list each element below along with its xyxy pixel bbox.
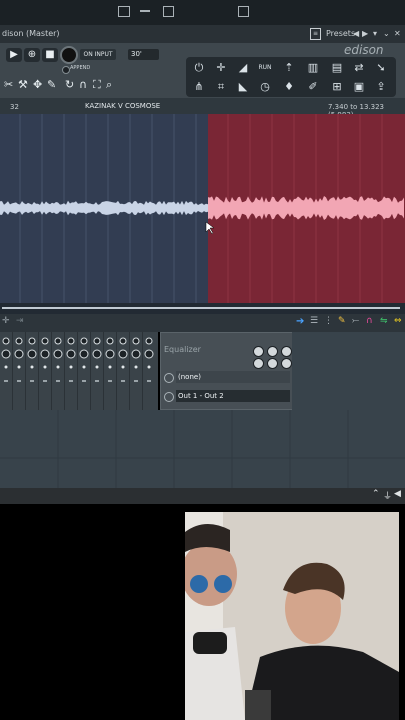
secondary-toolbar: ✛ ⇥ ➔ ☰ ⋮ ✎ ⤚ ∩ ⇋ ⇔	[0, 314, 405, 332]
title-bar: dison (Master) ≡ Presets ◀ ▶ ▾ ⌄ ✕	[0, 25, 405, 43]
record-button[interactable]	[60, 46, 78, 64]
playlist-grid-lines	[0, 410, 405, 490]
move-icon[interactable]: ✛	[2, 316, 10, 326]
cursor-icon[interactable]: ➘	[370, 59, 392, 76]
rocket-icon[interactable]: ⇡	[278, 59, 300, 76]
usb-icon[interactable]: ⏚	[383, 489, 392, 502]
tray-up-icon[interactable]: ⌃	[372, 489, 380, 499]
eq-knob-high[interactable]	[281, 346, 292, 357]
arrow-right-icon[interactable]: ➔	[296, 316, 304, 327]
export-icon[interactable]: ⇪	[370, 78, 392, 95]
eq-knob-mid[interactable]	[267, 346, 278, 357]
brush-icon[interactable]: ✎	[338, 316, 346, 326]
mixer-knobs[interactable]	[0, 332, 158, 410]
pen-icon[interactable]: ✐	[302, 78, 324, 95]
fade-icon[interactable]: ◢	[232, 59, 254, 76]
bars-icon[interactable]: ▤	[326, 59, 348, 76]
effects-grid: ⏻ ✛ ◢ RUN ⇡ ▥ ▤ ⇄ ➘ ⋔ ⌗ ◣ ◷ ♦ ✐ ⊞ ▣ ⇪	[186, 57, 396, 97]
spectrum-icon[interactable]: ▥	[302, 59, 324, 76]
close-icon[interactable]: ✕	[394, 25, 401, 43]
next-preset-icon[interactable]: ▶	[362, 25, 368, 43]
markers-icon[interactable]: ⌗	[210, 78, 232, 95]
eq-knob-low-freq[interactable]	[253, 358, 264, 369]
length-field[interactable]: 30'	[128, 49, 159, 60]
swap-icon[interactable]: ⇄	[348, 59, 370, 76]
play-icon[interactable]: ▶	[6, 48, 22, 62]
webcam-overlay	[185, 512, 399, 720]
align-icon[interactable]: ⇥	[16, 316, 24, 326]
detach-icon[interactable]: ⌄	[383, 25, 390, 43]
top-strip	[0, 0, 405, 25]
sound-icon[interactable]: ◀	[394, 489, 401, 499]
run-icon[interactable]: RUN	[254, 59, 276, 76]
save-icon[interactable]: ▣	[348, 78, 370, 95]
fade-out-icon[interactable]: ◣	[232, 78, 254, 95]
mixer-strips	[0, 332, 158, 410]
system-tray: ⌃ ⏚ ◀	[0, 488, 405, 504]
eq-title: Equalizer	[164, 345, 201, 354]
sample-title: KAZINAK V COSMOSE	[85, 102, 161, 110]
effect-slot-1[interactable]: (none)	[176, 371, 290, 383]
zoom-icon[interactable]: ⌕	[106, 78, 112, 92]
prev-preset-icon[interactable]: ◀	[353, 25, 359, 43]
refresh-icon[interactable]: ↻	[65, 78, 74, 91]
magnet-icon[interactable]: ∩	[79, 78, 87, 91]
loop-icon[interactable]: ⊕	[24, 48, 40, 62]
stop-icon[interactable]: ■	[42, 48, 58, 62]
window-icon[interactable]	[238, 6, 249, 17]
clock-icon[interactable]: ◷	[254, 78, 276, 95]
cursor-icon	[205, 221, 215, 235]
eq-knob-low[interactable]	[253, 346, 264, 357]
pattern-icon[interactable]: ⊞	[326, 78, 348, 95]
options-icon[interactable]: ▾	[373, 25, 377, 43]
normalize-icon[interactable]: ⏻	[188, 59, 210, 76]
info-bar: 32 KAZINAK V COSMOSE 7.340 to 13.323 (5.…	[0, 98, 405, 119]
edison-logo: edison	[344, 43, 384, 57]
waveform-display[interactable]	[0, 114, 405, 314]
tools-icon[interactable]: ✥	[33, 78, 42, 91]
drop-icon[interactable]: ♦	[278, 78, 300, 95]
slot1-toggle[interactable]	[164, 373, 174, 383]
eq-knob-high-freq[interactable]	[281, 358, 292, 369]
expand-icon[interactable]: ⇔	[394, 316, 402, 326]
presets-label[interactable]: Presets	[326, 25, 355, 43]
waveform-left-path	[0, 200, 208, 216]
fit-icon[interactable]: ⛶	[93, 78, 101, 92]
bpm-value: 32	[10, 103, 19, 111]
pencil-icon[interactable]: ✎	[47, 78, 56, 91]
slot2-toggle[interactable]	[164, 392, 174, 402]
webcam-image	[185, 512, 399, 720]
scroll-thumb[interactable]	[2, 307, 400, 309]
step-icon[interactable]: ⋮	[324, 316, 333, 326]
waveform-right-path	[208, 196, 404, 220]
slice-icon[interactable]: ⤚	[352, 316, 359, 326]
on-input-button[interactable]: ON INPUT	[80, 49, 116, 60]
append-label: APPEND	[70, 65, 91, 71]
wrench-icon[interactable]: ⚒	[18, 78, 28, 91]
right-empty-area	[292, 332, 405, 410]
restore-icon[interactable]	[118, 6, 130, 17]
magnet-icon[interactable]: ∩	[366, 316, 373, 326]
list-icon[interactable]: ☰	[310, 316, 318, 326]
scissors-icon[interactable]: ✂	[4, 78, 13, 91]
equalizer-panel: Equalizer (none) Out 1 - Out 2	[160, 332, 294, 410]
playlist-grid[interactable]	[0, 410, 405, 490]
menu-icon[interactable]: ≡	[310, 28, 321, 40]
link-icon[interactable]: ⇋	[380, 316, 388, 326]
output-selector[interactable]: Out 1 - Out 2	[176, 390, 290, 402]
split-icon[interactable]: ⋔	[188, 78, 210, 95]
minimize-icon[interactable]	[140, 10, 150, 12]
window-title: dison (Master)	[2, 29, 60, 38]
horizontal-scrollbar[interactable]	[0, 303, 405, 314]
maximize-icon[interactable]	[163, 6, 174, 17]
eq-knob-mid-freq[interactable]	[267, 358, 278, 369]
crosshair-icon[interactable]: ✛	[210, 59, 232, 76]
append-checkbox[interactable]	[62, 66, 70, 74]
